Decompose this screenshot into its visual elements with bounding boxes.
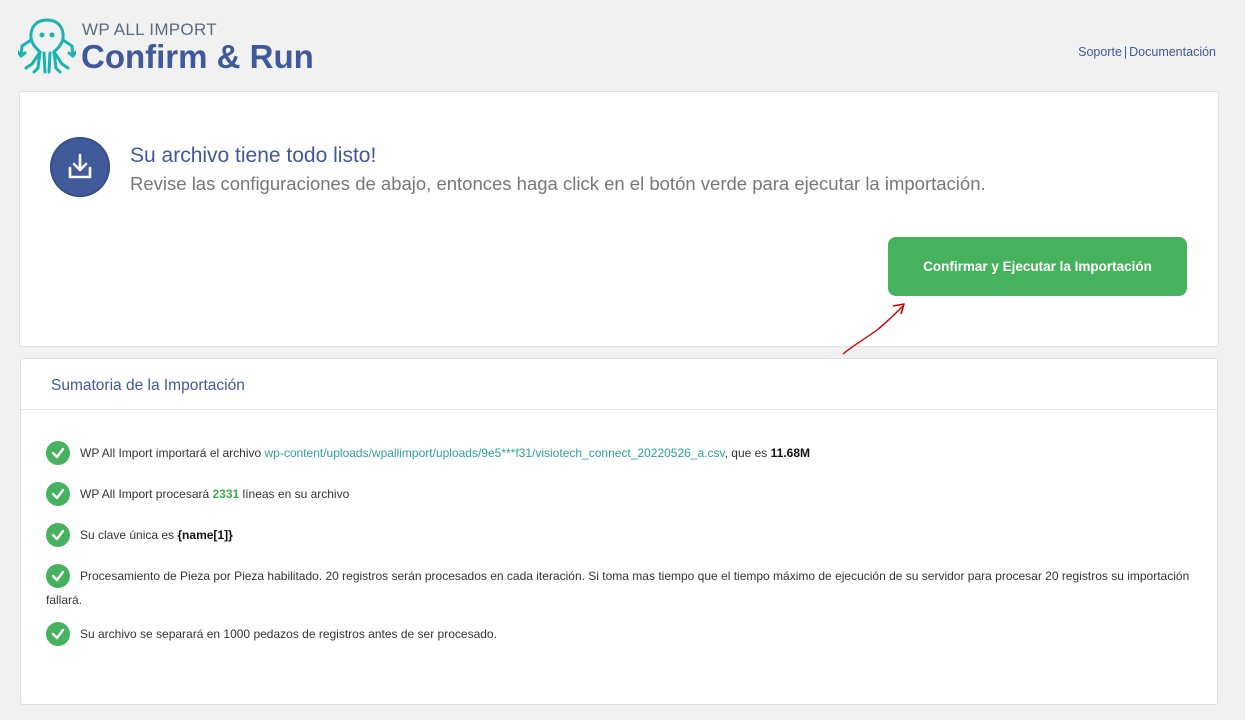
summary-item-chunking: Procesamiento de Pieza por Pieza habilit… — [46, 564, 1196, 611]
summary-item-unique-key: Su clave única es {name[1]} — [46, 523, 1196, 548]
download-icon — [50, 137, 110, 197]
checkmark-icon — [46, 441, 70, 465]
summary-item-text: Su clave única es — [80, 528, 178, 543]
brand-name: WP ALL IMPORT — [82, 20, 217, 39]
import-file-link[interactable]: wp-content/uploads/wpallimport/uploads/9… — [265, 446, 725, 460]
wp-all-import-logo — [16, 16, 78, 76]
summary-item-text: Su archivo se separará en 1000 pedazos d… — [80, 627, 497, 642]
unique-key: {name[1]} — [177, 528, 233, 543]
summary-title: Sumatoria de la Importación — [51, 377, 245, 394]
summary-header: Sumatoria de la Importación — [21, 359, 1217, 410]
summary-item-text: líneas en su archivo — [239, 487, 350, 502]
header-links: Soporte | Documentación — [1078, 45, 1216, 59]
ready-panel: Su archivo tiene todo listo! Revise las … — [19, 91, 1219, 347]
checkmark-icon — [46, 622, 70, 646]
checkmark-icon — [46, 523, 70, 547]
checkmark-icon — [46, 564, 70, 588]
ready-subtitle: Revise las configuraciones de abajo, ent… — [130, 173, 986, 194]
checkmark-icon — [46, 482, 70, 506]
confirm-run-import-button[interactable]: Confirmar y Ejecutar la Importación — [888, 237, 1187, 296]
summary-item-lines: WP All Import procesará 2331 líneas en s… — [46, 482, 1196, 507]
ready-title: Su archivo tiene todo listo! — [130, 144, 377, 167]
import-summary-panel: Sumatoria de la Importación WP All Impor… — [20, 358, 1218, 705]
summary-item-text: WP All Import importará el archivo — [80, 446, 265, 461]
line-count: 2331 — [212, 487, 240, 502]
file-size: 11.68M — [770, 446, 811, 461]
summary-item-text: Procesamiento de Pieza por Pieza habilit… — [46, 569, 1190, 607]
summary-item-split: Su archivo se separará en 1000 pedazos d… — [46, 622, 1196, 647]
documentation-link[interactable]: Documentación — [1129, 45, 1216, 59]
page-title: Confirm & Run — [81, 38, 314, 75]
summary-item-text: , que es — [724, 446, 771, 461]
summary-item-text: WP All Import procesará — [80, 487, 213, 502]
support-link[interactable]: Soporte — [1078, 45, 1122, 59]
summary-item-file: WP All Import importará el archivo wp-co… — [46, 441, 1196, 466]
link-separator: | — [1123, 45, 1128, 59]
red-arrow-annotation — [842, 303, 905, 355]
